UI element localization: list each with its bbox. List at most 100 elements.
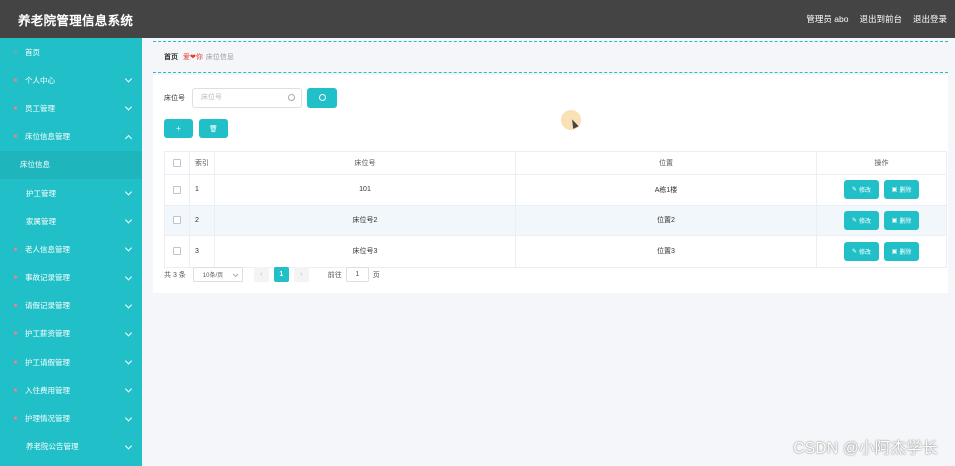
pagination: 共 3 条 10条/页 ‹ 1 › 前往 1 页 <box>164 267 380 282</box>
prev-page-button[interactable]: ‹ <box>253 267 269 282</box>
trash-icon: ▣ <box>891 187 898 194</box>
row-bed-number: 101 <box>215 175 516 205</box>
table-header: 索引 床位号 位置 操作 <box>165 152 946 175</box>
header-actions: 管理员 abo 退出到前台 退出登录 <box>806 13 947 25</box>
goto-label: 前往 <box>327 271 342 279</box>
toolbar: + 🗑 <box>164 119 228 138</box>
logout-link[interactable]: 退出登录 <box>913 13 947 25</box>
salary-icon: ● <box>13 330 18 338</box>
bed-icon: ● <box>13 133 18 141</box>
chevron-down-icon <box>124 301 133 309</box>
chevron-down-icon <box>124 273 133 281</box>
row-index: 1 <box>190 175 215 205</box>
trash-icon: 🗑 <box>209 125 218 133</box>
sidebar-item-staff[interactable]: ● 员工管理 <box>0 94 142 122</box>
row-index: 2 <box>190 205 215 235</box>
chevron-down-icon <box>124 216 133 224</box>
sidebar-item-elder-info[interactable]: ● 老人信息管理 <box>0 235 142 263</box>
edit-button[interactable]: ✎ 修改 <box>844 180 879 200</box>
page-unit-label: 页 <box>372 271 380 279</box>
bed-table: 索引 床位号 位置 操作 1 101 A栋1楼 ✎ 修改 ▣ 删除 2 床位号2 位… <box>164 151 947 268</box>
breadcrumb-you: 你 <box>195 54 203 61</box>
row-checkbox[interactable] <box>173 216 181 225</box>
search-button[interactable] <box>307 88 337 108</box>
select-all-checkbox[interactable] <box>173 159 181 167</box>
delete-button[interactable]: ▣ 删除 <box>884 210 919 230</box>
sidebar-item-nurse-leave[interactable]: ● 护工请假管理 <box>0 348 142 376</box>
page-size-select[interactable]: 10条/页 <box>192 267 243 282</box>
admin-user-label: 管理员 abo <box>806 14 849 24</box>
sidebar-item-home[interactable]: ⌂ 首页 <box>0 38 142 66</box>
column-header-actions: 操作 <box>874 160 889 167</box>
sidebar-item-fees[interactable]: ● 入住费用管理 <box>0 376 142 404</box>
row-position: 位置2 <box>516 205 817 235</box>
bed-number-search-input[interactable]: 床位号 <box>192 88 302 108</box>
breadcrumb-current: 床位信息 <box>205 54 234 61</box>
edit-button[interactable]: ✎ 修改 <box>844 210 879 230</box>
sidebar-item-accident[interactable]: ● 事故记录管理 <box>0 264 142 292</box>
add-button[interactable]: + <box>164 119 193 138</box>
sidebar-item-care[interactable]: ● 护理情况管理 <box>0 404 142 432</box>
chevron-down-icon <box>124 244 133 252</box>
sidebar: ⌂ 首页 ● 个人中心 ● 员工管理 ● 床位信息管理 床位信息 护工管理 家属管理 ●… <box>0 38 142 466</box>
accident-icon: ● <box>13 274 18 282</box>
page-number-button[interactable]: 1 <box>273 267 289 282</box>
chevron-down-icon <box>232 270 239 277</box>
column-header-bed: 床位号 <box>215 152 516 174</box>
table-row: 3 床位号3 位置3 ✎ 修改 ▣ 删除 <box>165 236 946 267</box>
elder-icon: ● <box>13 245 18 253</box>
batch-delete-button[interactable]: 🗑 <box>199 119 228 138</box>
search-label: 床位号 <box>164 95 185 102</box>
exit-to-front-link[interactable]: 退出到前台 <box>859 13 902 25</box>
column-header-position: 位置 <box>516 152 817 174</box>
trash-icon: ▣ <box>891 248 898 255</box>
next-page-button[interactable]: › <box>293 267 309 282</box>
chevron-up-icon <box>124 134 133 142</box>
leave-request-icon: ● <box>13 358 18 366</box>
home-icon: ⌂ <box>13 48 18 56</box>
sidebar-item-notice[interactable]: 养老院公告管理 <box>0 433 142 461</box>
chevron-down-icon <box>124 357 133 365</box>
fee-icon: ● <box>13 386 18 394</box>
row-position: 位置3 <box>516 236 817 267</box>
watermark: CSDN @小阿杰学长 <box>793 440 938 457</box>
table-row: 2 床位号2 位置2 ✎ 修改 ▣ 删除 <box>165 205 946 236</box>
top-bar: 养老院管理信息系统 管理员 abo 退出到前台 退出登录 <box>0 0 955 38</box>
sidebar-item-nurse[interactable]: 护工管理 <box>0 179 142 207</box>
search-icon <box>288 94 295 101</box>
delete-button[interactable]: ▣ 删除 <box>884 180 919 200</box>
search-icon <box>319 94 326 101</box>
goto-page-input[interactable]: 1 <box>345 267 369 282</box>
breadcrumb: 首页 爱 ❤ 你 床位信息 <box>153 41 948 73</box>
sidebar-item-bed-management[interactable]: ● 床位信息管理 <box>0 123 142 151</box>
chevron-down-icon <box>124 413 133 422</box>
user-icon: ● <box>13 76 18 84</box>
staff-icon: ● <box>13 104 18 112</box>
row-bed-number: 床位号2 <box>215 205 516 235</box>
sidebar-item-nurse-salary[interactable]: ● 护工薪资管理 <box>0 320 142 348</box>
chevron-down-icon <box>124 103 133 112</box>
column-header-index: 索引 <box>190 152 215 174</box>
row-bed-number: 床位号3 <box>215 236 516 267</box>
row-position: A栋1楼 <box>516 175 817 205</box>
pencil-icon: ✎ <box>851 217 857 224</box>
row-checkbox[interactable] <box>173 185 181 194</box>
sidebar-item-bed-info[interactable]: 床位信息 <box>0 150 142 179</box>
app-title: 养老院管理信息系统 <box>18 13 134 28</box>
sidebar-item-leave-record[interactable]: ● 请假记录管理 <box>0 292 142 320</box>
breadcrumb-home[interactable]: 首页 <box>164 52 178 62</box>
row-checkbox[interactable] <box>173 247 181 256</box>
content-panel: 床位号 床位号 + 🗑 索引 床位号 位置 操作 1 101 A栋1楼 ✎ 修改… <box>153 75 948 293</box>
leave-icon: ● <box>13 302 18 310</box>
sidebar-item-personal-center[interactable]: ● 个人中心 <box>0 66 142 94</box>
chevron-down-icon <box>124 385 133 393</box>
pencil-icon: ✎ <box>851 187 857 194</box>
main-content: 首页 爱❤你 床位信息 床位号 床位号 + 🗑 索引 床位号 位置 操作 1 <box>153 38 948 293</box>
sidebar-item-family[interactable]: 家属管理 <box>0 207 142 235</box>
pagination-total: 共 3 条 <box>164 271 186 279</box>
row-index: 3 <box>190 236 215 267</box>
edit-button[interactable]: ✎ 修改 <box>844 241 879 261</box>
chevron-down-icon <box>124 442 133 450</box>
delete-button[interactable]: ▣ 删除 <box>884 241 919 261</box>
search-row: 床位号 床位号 <box>164 88 337 108</box>
